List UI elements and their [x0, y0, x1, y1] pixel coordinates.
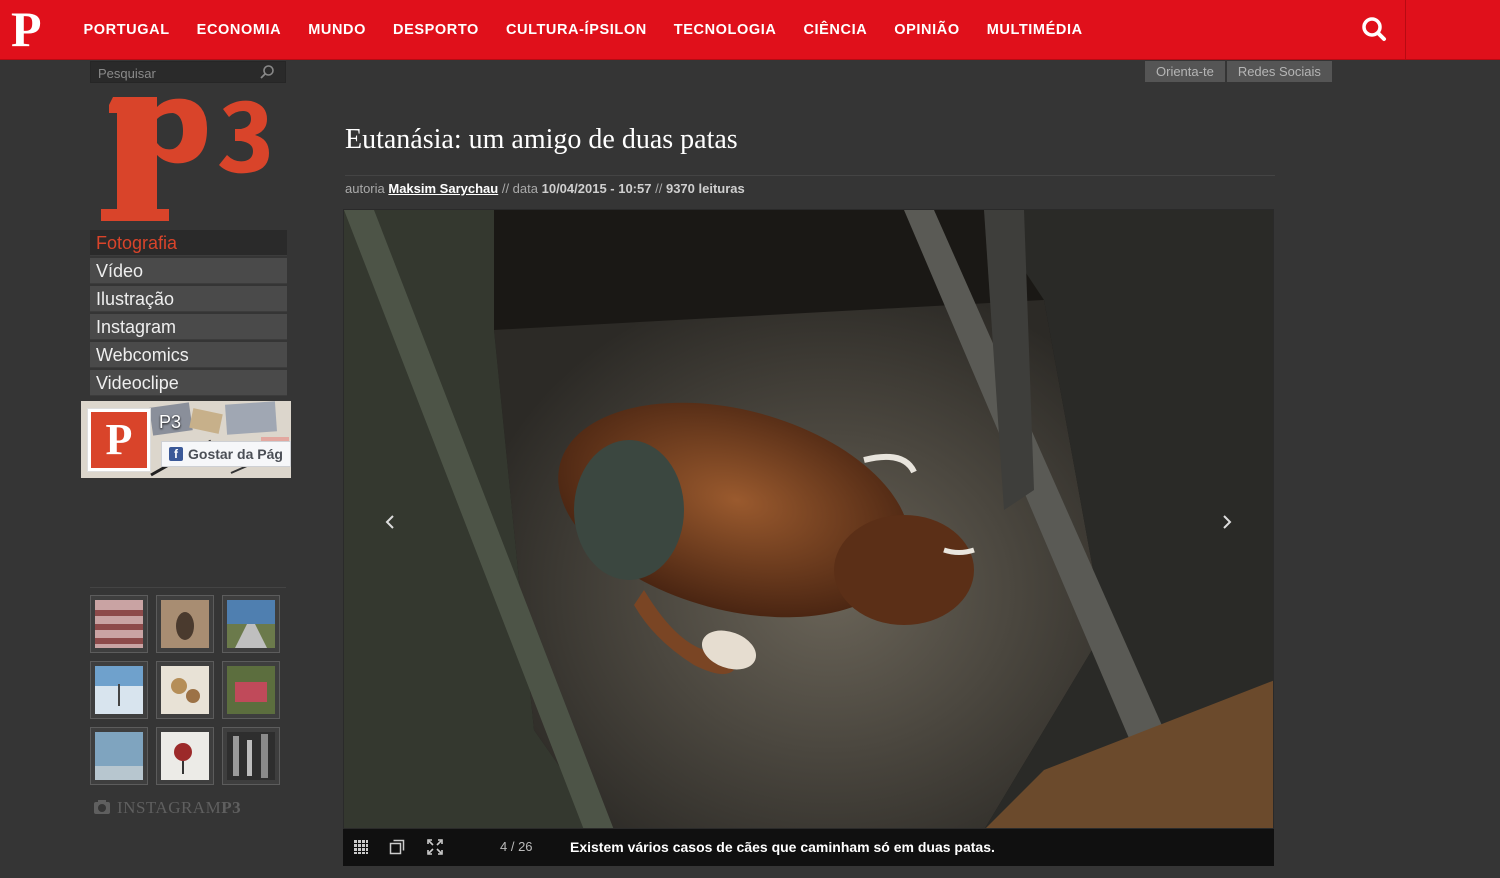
gallery-toolbar: 4 / 26 Existem vários casos de cães que … — [343, 829, 1274, 866]
instagram-photo — [161, 666, 209, 714]
fullscreen-icon[interactable] — [427, 839, 443, 855]
instagram-thumb[interactable] — [222, 595, 280, 653]
search-icon — [1362, 17, 1386, 41]
instagram-thumb[interactable] — [90, 595, 148, 653]
meta-author-prefix: autoria — [345, 181, 385, 196]
instagram-thumb[interactable] — [222, 661, 280, 719]
instagram-label-p3: P3 — [221, 798, 242, 817]
camera-icon — [94, 800, 110, 814]
gallery-prev-button[interactable] — [378, 510, 402, 534]
window-icon[interactable] — [389, 839, 405, 855]
nav-item-opiniao[interactable]: OPINIÃO — [881, 0, 973, 59]
gallery-counter: 4 / 26 — [500, 839, 533, 854]
nav-item-multimedia[interactable]: MULTIMÉDIA — [973, 0, 1096, 59]
utility-tabs: Orienta-te Redes Sociais — [1145, 61, 1332, 82]
header-search-button[interactable] — [1345, 0, 1406, 59]
menu-item-fotografia[interactable]: Fotografia — [90, 230, 287, 256]
p3-avatar-icon: P — [91, 412, 147, 468]
instagram-photo — [227, 732, 275, 780]
author-link[interactable]: Maksim Sarychau — [388, 181, 498, 196]
nav-item-cultura-ipsilon[interactable]: CULTURA-ÍPSILON — [492, 0, 660, 59]
menu-item-video[interactable]: Vídeo — [90, 258, 287, 284]
menu-item-ilustracao[interactable]: Ilustração — [90, 286, 287, 312]
facebook-icon: f — [169, 447, 183, 461]
facebook-page-avatar[interactable]: P — [87, 408, 151, 472]
article-title: Eutanásia: um amigo de duas patas — [345, 124, 738, 155]
facebook-like-button[interactable]: f Gostar da Pág — [161, 441, 291, 467]
sidebar-menu: Fotografia Vídeo Ilustração Instagram We… — [90, 230, 287, 398]
instagram-photo — [161, 732, 209, 780]
meta-views-separator: // — [655, 181, 663, 196]
instagram-photo — [95, 600, 143, 648]
magnifier-icon[interactable] — [259, 64, 275, 80]
nav-item-desporto[interactable]: DESPORTO — [380, 0, 493, 59]
instagram-thumb[interactable] — [156, 661, 214, 719]
nav-item-ciencia[interactable]: CIÊNCIA — [790, 0, 881, 59]
photo-caption: Existem vários casos de cães que caminha… — [570, 839, 995, 855]
grid-icon[interactable] — [353, 839, 369, 855]
chevron-left-icon — [385, 515, 394, 529]
instagram-photo — [227, 600, 275, 648]
gallery-photo[interactable] — [343, 209, 1274, 829]
tab-redes-sociais[interactable]: Redes Sociais — [1226, 61, 1332, 82]
instagram-photo — [95, 732, 143, 780]
nav-item-portugal[interactable]: PORTUGAL — [70, 0, 183, 59]
facebook-like-label: Gostar da Pág — [188, 446, 283, 462]
article-meta: autoria Maksim Sarychau // data 10/04/20… — [345, 181, 745, 196]
menu-item-webcomics[interactable]: Webcomics — [90, 342, 287, 368]
tab-orienta-te[interactable]: Orienta-te — [1145, 61, 1225, 82]
instagram-label-text: INSTAGRAM — [117, 798, 222, 817]
svg-text:P: P — [106, 415, 133, 464]
nav-item-economia[interactable]: ECONOMIA — [183, 0, 295, 59]
instagram-photo — [95, 666, 143, 714]
nav-item-tecnologia[interactable]: TECNOLOGIA — [660, 0, 790, 59]
instagram-photo — [161, 600, 209, 648]
search-input[interactable] — [96, 63, 260, 83]
chevron-right-icon — [1223, 515, 1232, 529]
menu-item-videoclipe[interactable]: Videoclipe — [90, 370, 287, 396]
title-divider — [345, 175, 1275, 176]
article-views: 9370 leituras — [665, 181, 745, 196]
menu-item-instagram[interactable]: Instagram — [90, 314, 287, 340]
instagram-footer-label[interactable]: INSTAGRAMP3 — [93, 798, 241, 818]
top-navigation-bar: P PORTUGAL ECONOMIA MUNDO DESPORTO CULTU… — [0, 0, 1500, 60]
instagram-thumb[interactable] — [90, 661, 148, 719]
instagram-thumb[interactable] — [156, 727, 214, 785]
facebook-page-name[interactable]: P3 — [159, 412, 181, 433]
sidebar-divider — [90, 587, 286, 588]
facebook-page-widget: P P3 f Gostar da Pág — [81, 401, 291, 478]
gallery-next-button[interactable] — [1215, 510, 1239, 534]
nav-item-mundo[interactable]: MUNDO — [295, 0, 380, 59]
p3-logo[interactable] — [95, 97, 275, 225]
meta-date-prefix: // data — [501, 181, 538, 196]
sidebar-search — [90, 61, 286, 83]
main-nav: PORTUGAL ECONOMIA MUNDO DESPORTO CULTURA… — [70, 0, 1096, 59]
instagram-thumb[interactable] — [222, 727, 280, 785]
instagram-photo — [227, 666, 275, 714]
instagram-thumb[interactable] — [156, 595, 214, 653]
dog-photo — [344, 210, 1273, 828]
article-date: 10/04/2015 - 10:57 — [541, 181, 652, 196]
publico-logo[interactable]: P — [11, 4, 51, 54]
instagram-thumb[interactable] — [90, 727, 148, 785]
